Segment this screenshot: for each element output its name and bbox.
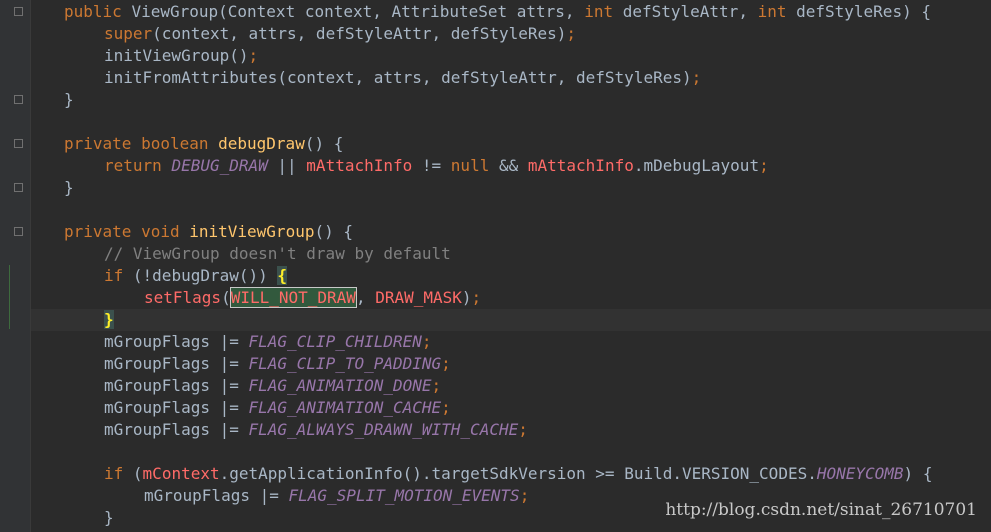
change-marker <box>9 265 10 329</box>
code-token: mGroupFlags |= <box>104 398 249 417</box>
code-line[interactable]: mGroupFlags |= FLAG_CLIP_TO_PADDING; <box>104 353 451 375</box>
code-line[interactable]: setFlags(WILL_NOT_DRAW, DRAW_MASK); <box>144 287 481 309</box>
code-line[interactable]: initFromAttributes(context, attrs, defSt… <box>104 67 701 89</box>
fold-icon[interactable] <box>14 94 23 105</box>
code-token: FLAG_CLIP_TO_PADDING <box>248 354 442 373</box>
code-line[interactable]: if (!debugDraw()) { <box>104 265 288 287</box>
fold-icon[interactable] <box>14 182 23 193</box>
code-token: } <box>104 508 114 527</box>
code-line[interactable]: } <box>64 177 74 199</box>
code-token: .getApplicationInfo().targetSdkVersion >… <box>219 464 817 483</box>
code-token: int <box>584 2 623 21</box>
code-line[interactable]: mGroupFlags |= FLAG_CLIP_CHILDREN; <box>104 331 432 353</box>
gutter-separator <box>30 0 31 532</box>
code-token: ) <box>461 288 472 307</box>
code-line[interactable]: initViewGroup(); <box>104 45 258 67</box>
fold-icon[interactable] <box>14 226 23 237</box>
code-token: if <box>104 464 133 483</box>
code-token: ; <box>759 156 769 175</box>
code-line[interactable]: public ViewGroup(Context context, Attrib… <box>64 1 931 23</box>
code-token: DEBUG_DRAW <box>171 156 268 175</box>
code-token: mGroupFlags |= <box>104 376 249 395</box>
code-token: ; <box>441 354 451 373</box>
code-token: ; <box>566 24 577 43</box>
code-token: ; <box>518 420 528 439</box>
code-line[interactable]: mGroupFlags |= FLAG_ANIMATION_CACHE; <box>104 397 451 419</box>
code-token: int <box>757 2 797 21</box>
code-token: (context, attrs, defStyleAttr, defStyleR… <box>152 24 567 43</box>
watermark: http://blog.csdn.net/sinat_26710701 <box>665 500 977 520</box>
code-line[interactable]: } <box>104 309 114 331</box>
code-token: mContext <box>142 464 220 483</box>
code-token: FLAG_ANIMATION_CACHE <box>248 398 442 417</box>
code-token: mGroupFlags |= <box>104 420 249 439</box>
code-token: () { <box>314 222 353 241</box>
code-line[interactable]: mGroupFlags |= FLAG_SPLIT_MOTION_EVENTS; <box>144 485 529 507</box>
fold-icon[interactable] <box>14 138 23 149</box>
code-token: FLAG_ANIMATION_DONE <box>248 376 432 395</box>
code-token: FLAG_SPLIT_MOTION_EVENTS <box>288 486 520 505</box>
code-line[interactable]: } <box>104 507 114 529</box>
code-token: ; <box>691 68 702 87</box>
code-line[interactable]: mGroupFlags |= FLAG_ALWAYS_DRAWN_WITH_CA… <box>104 419 528 441</box>
code-line[interactable]: mGroupFlags |= FLAG_ANIMATION_DONE; <box>104 375 441 397</box>
code-token: initViewGroup() <box>104 46 249 65</box>
code-line[interactable]: private void initViewGroup() { <box>64 221 353 243</box>
code-token: null <box>450 156 499 175</box>
code-token: .mDebugLayout <box>633 156 760 175</box>
code-token: || <box>267 156 307 175</box>
code-token: ; <box>471 288 482 307</box>
code-token: DRAW_MASK <box>375 288 462 307</box>
code-token: } <box>64 178 74 197</box>
code-token: defStyleAttr, <box>622 2 758 21</box>
code-token: ; <box>519 486 530 505</box>
code-token: super <box>104 24 153 43</box>
code-token: FLAG_ALWAYS_DRAWN_WITH_CACHE <box>248 420 519 439</box>
code-token: } <box>104 310 114 329</box>
code-token: private boolean <box>64 134 219 153</box>
code-token: private void <box>64 222 190 241</box>
code-token: mGroupFlags |= <box>104 354 249 373</box>
code-token: mAttachInfo <box>527 156 634 175</box>
code-token: ; <box>431 376 442 395</box>
code-line[interactable]: // ViewGroup doesn't draw by default <box>104 243 451 265</box>
code-token: { <box>277 266 288 285</box>
code-token: public <box>64 2 132 21</box>
code-token: FLAG_CLIP_CHILDREN <box>248 332 422 351</box>
code-token: setFlags <box>144 288 222 307</box>
code-line[interactable]: if (mContext.getApplicationInfo().target… <box>104 463 932 485</box>
code-token: ; <box>248 46 259 65</box>
code-token: ViewGroup(Context context, AttributeSet … <box>131 2 585 21</box>
code-token: WILL_NOT_DRAW <box>229 287 357 308</box>
caret-line-highlight <box>31 309 991 331</box>
code-token: ( <box>221 288 231 307</box>
code-token: if <box>104 266 133 285</box>
code-token: ; <box>421 332 432 351</box>
code-token: () { <box>304 134 344 153</box>
code-token: } <box>64 90 74 109</box>
code-token: HONEYCOMB <box>816 464 904 483</box>
code-token: && <box>498 156 528 175</box>
code-line[interactable]: } <box>64 89 74 111</box>
code-token: initFromAttributes(context, attrs, defSt… <box>104 68 692 87</box>
code-token: mGroupFlags |= <box>144 486 289 505</box>
code-token: != <box>412 156 451 175</box>
code-token: mGroupFlags |= <box>104 332 249 351</box>
code-token: , <box>355 288 376 307</box>
code-line[interactable]: super(context, attrs, defStyleAttr, defS… <box>104 23 576 45</box>
code-token: ( <box>132 464 143 483</box>
code-token: // ViewGroup doesn't draw by default <box>104 244 451 263</box>
code-token: debugDraw <box>218 134 305 153</box>
fold-icon[interactable] <box>14 6 23 17</box>
code-token: (!debugDraw()) <box>132 266 278 285</box>
code-line[interactable]: private boolean debugDraw() { <box>64 133 343 155</box>
code-token: ; <box>441 398 451 417</box>
code-token: mAttachInfo <box>306 156 413 175</box>
code-token: initViewGroup <box>189 222 315 241</box>
code-token: defStyleRes) { <box>796 2 931 21</box>
code-token: return <box>104 156 172 175</box>
code-line[interactable]: return DEBUG_DRAW || mAttachInfo != null… <box>104 155 769 177</box>
code-token: ) { <box>903 464 933 483</box>
editor-gutter <box>0 0 30 532</box>
